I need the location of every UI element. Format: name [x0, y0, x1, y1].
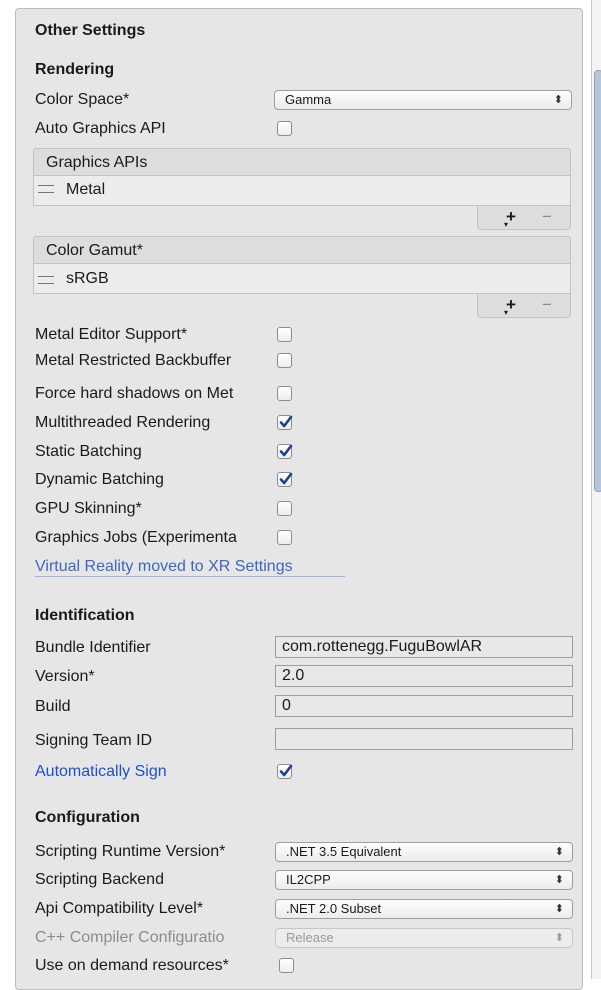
force-hard-shadows-label: Force hard shadows on Met	[35, 385, 234, 402]
on-demand-resources-label: Use on demand resources*	[35, 957, 229, 974]
color-gamut-item-label: sRGB	[66, 270, 109, 287]
check-icon	[279, 415, 293, 428]
section-title-rendering: Rendering	[35, 61, 115, 78]
check-icon	[279, 444, 293, 457]
scripting-backend-value: IL2CPP	[286, 872, 331, 887]
panel-title[interactable]: Other Settings	[35, 21, 145, 41]
check-icon	[279, 764, 293, 777]
api-compat-value: .NET 2.0 Subset	[286, 901, 382, 916]
scrollbar-thumb[interactable]	[594, 70, 601, 492]
graphics-apis-list-header: Graphics APIs	[33, 148, 571, 176]
dropdown-arrows-icon: ⬍	[554, 874, 564, 886]
add-dropdown-caret-icon: ▾	[504, 308, 509, 317]
metal-restricted-backbuffer-label: Metal Restricted Backbuffer	[35, 352, 232, 369]
scripting-backend-dropdown[interactable]: IL2CPP ⬍	[275, 870, 573, 890]
graphics-apis-list-footer: + ▾ −	[477, 206, 571, 230]
color-gamut-list-header: Color Gamut*	[33, 236, 571, 264]
dynamic-batching-checkbox[interactable]	[277, 472, 293, 487]
automatically-sign-label: Automatically Sign	[35, 763, 167, 780]
dynamic-batching-label: Dynamic Batching	[35, 471, 164, 488]
remove-icon[interactable]: −	[542, 207, 552, 227]
color-gamut-list-item[interactable]: sRGB	[33, 264, 571, 294]
on-demand-resources-checkbox[interactable]	[279, 958, 294, 973]
graphics-api-item-label: Metal	[66, 181, 106, 198]
drag-handle-icon[interactable]	[38, 185, 54, 193]
graphics-jobs-checkbox[interactable]	[277, 530, 292, 545]
multithreaded-rendering-label: Multithreaded Rendering	[35, 414, 211, 431]
section-title-identification: Identification	[35, 607, 135, 624]
color-gamut-list-footer: + ▾ −	[477, 294, 571, 318]
metal-editor-support-label: Metal Editor Support*	[35, 326, 188, 343]
api-compat-label: Api Compatibility Level*	[35, 900, 204, 917]
dropdown-arrows-icon: ⬍	[554, 903, 564, 915]
gpu-skinning-label: GPU Skinning*	[35, 500, 142, 517]
scripting-runtime-label: Scripting Runtime Version*	[35, 843, 226, 860]
api-compat-dropdown[interactable]: .NET 2.0 Subset ⬍	[275, 899, 573, 919]
static-batching-checkbox[interactable]	[277, 444, 293, 459]
color-space-label: Color Space*	[35, 91, 130, 108]
metal-editor-support-checkbox[interactable]	[277, 327, 292, 342]
remove-icon[interactable]: −	[542, 295, 552, 315]
link-underline	[35, 576, 345, 577]
cpp-compiler-label: C++ Compiler Configuratio	[35, 929, 225, 946]
color-space-value: Gamma	[285, 92, 332, 107]
signing-team-id-label: Signing Team ID	[35, 732, 153, 749]
cpp-compiler-value: Release	[286, 930, 334, 945]
signing-team-id-input[interactable]	[275, 728, 573, 750]
scripting-runtime-dropdown[interactable]: .NET 3.5 Equivalent ⬍	[275, 842, 573, 862]
metal-restricted-backbuffer-checkbox[interactable]	[277, 353, 292, 368]
section-title-configuration: Configuration	[35, 809, 140, 826]
force-hard-shadows-checkbox[interactable]	[277, 386, 292, 401]
gpu-skinning-checkbox[interactable]	[277, 501, 292, 516]
build-label: Build	[35, 698, 71, 715]
dropdown-arrows-icon: ⬍	[554, 846, 564, 858]
color-gamut-header-label: Color Gamut*	[46, 242, 143, 259]
auto-graphics-api-checkbox[interactable]	[277, 121, 292, 136]
static-batching-label: Static Batching	[35, 443, 142, 460]
vr-xr-settings-link[interactable]: Virtual Reality moved to XR Settings	[35, 557, 293, 577]
graphics-jobs-label: Graphics Jobs (Experimenta	[35, 529, 237, 546]
multithreaded-rendering-checkbox[interactable]	[277, 415, 293, 430]
graphics-apis-header-label: Graphics APIs	[46, 154, 148, 171]
graphics-apis-list-item[interactable]: Metal	[33, 176, 571, 206]
scripting-backend-label: Scripting Backend	[35, 871, 164, 888]
dropdown-arrows-icon: ⬍	[554, 932, 564, 944]
version-label: Version*	[35, 668, 95, 685]
dropdown-arrows-icon: ⬍	[553, 94, 563, 106]
cpp-compiler-dropdown: Release ⬍	[275, 928, 573, 948]
bundle-identifier-label: Bundle Identifier	[35, 639, 151, 656]
add-dropdown-caret-icon: ▾	[504, 220, 509, 229]
color-space-dropdown[interactable]: Gamma ⬍	[274, 90, 572, 110]
check-icon	[279, 472, 293, 485]
drag-handle-icon[interactable]	[38, 276, 54, 284]
version-input[interactable]: 2.0	[275, 665, 573, 687]
automatically-sign-checkbox[interactable]	[277, 764, 293, 779]
bundle-identifier-input[interactable]: com.rottenegg.FuguBowlAR	[275, 636, 573, 658]
scripting-runtime-value: .NET 3.5 Equivalent	[286, 844, 402, 859]
build-input[interactable]: 0	[275, 695, 573, 717]
auto-graphics-api-label: Auto Graphics API	[35, 120, 166, 137]
